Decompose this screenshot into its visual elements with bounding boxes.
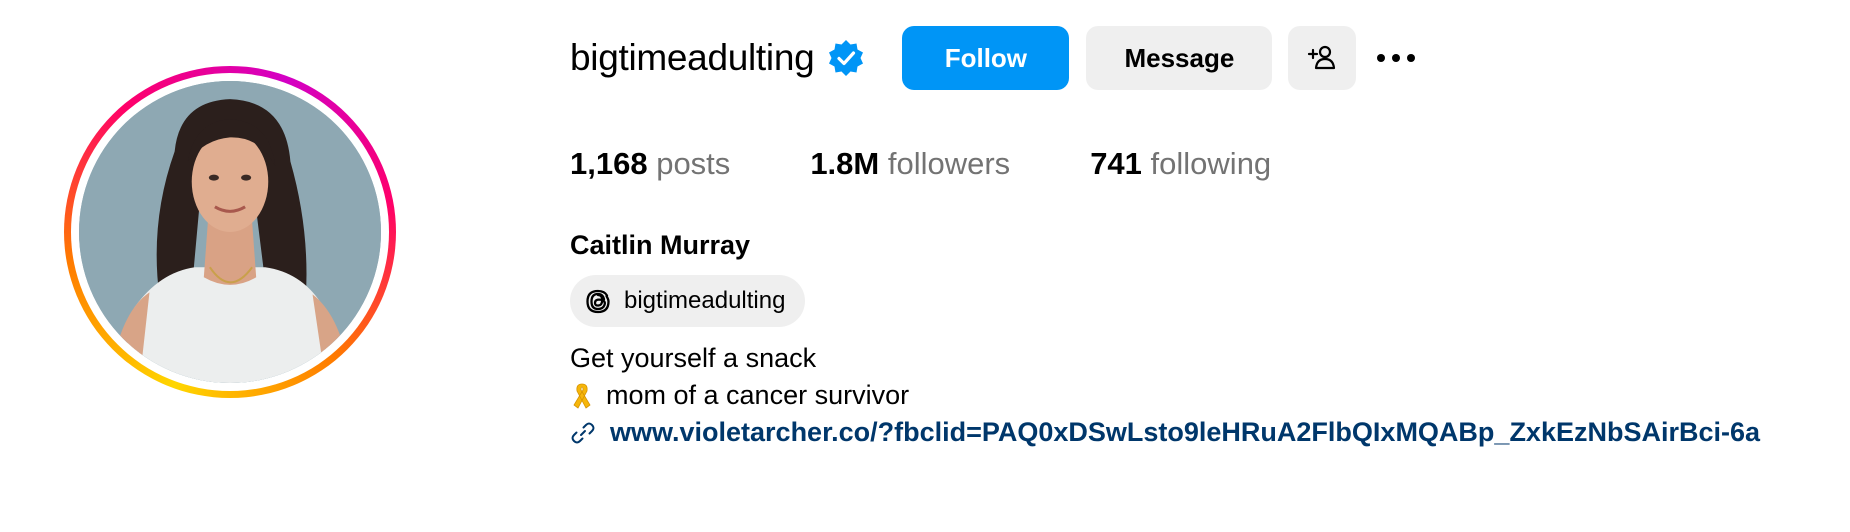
message-button[interactable]: Message xyxy=(1086,26,1273,90)
followers-count: 1.8M xyxy=(810,146,880,181)
following-stat[interactable]: 741 following xyxy=(1090,146,1271,182)
gold-ribbon-icon xyxy=(573,383,591,409)
verified-badge-icon xyxy=(826,38,866,78)
posts-label: posts xyxy=(656,146,731,181)
story-ring[interactable] xyxy=(64,66,396,398)
threads-icon xyxy=(586,289,610,314)
avatar-photo xyxy=(79,81,381,383)
posts-count: 1,168 xyxy=(570,146,648,181)
avatar[interactable] xyxy=(79,81,381,383)
more-options-button[interactable] xyxy=(1366,26,1426,90)
profile-header: bigtimeadulting Follow Message 1,168 pos… xyxy=(0,0,1850,532)
bio-text: mom of a cancer survivor xyxy=(606,380,910,410)
add-person-icon xyxy=(1308,45,1336,70)
profile-actions-row: bigtimeadulting Follow Message xyxy=(570,26,1426,90)
ellipsis-icon xyxy=(1377,54,1416,62)
posts-stat: 1,168 posts xyxy=(570,146,730,182)
follow-button[interactable]: Follow xyxy=(902,26,1070,90)
external-link[interactable]: www.violetarcher.co/?fbclid=PAQ0xDSwLsto… xyxy=(570,414,1760,451)
bio-line: mom of a cancer survivor xyxy=(570,377,1760,414)
threads-link-chip[interactable]: bigtimeadulting xyxy=(570,275,806,327)
add-person-button[interactable] xyxy=(1288,26,1357,90)
link-icon xyxy=(571,422,595,443)
followers-stat[interactable]: 1.8M followers xyxy=(810,146,1010,182)
avatar-gap xyxy=(71,73,389,391)
bio-line: Get yourself a snack xyxy=(570,343,817,373)
username: bigtimeadulting xyxy=(570,37,815,78)
full-name: Caitlin Murray xyxy=(570,230,751,260)
bio: Get yourself a snack mom of a cancer sur… xyxy=(570,340,1760,451)
link-url[interactable]: www.violetarcher.co/?fbclid=PAQ0xDSwLsto… xyxy=(610,414,1760,451)
threads-handle: bigtimeadulting xyxy=(624,287,786,314)
profile-stats: 1,168 posts 1.8M followers 741 following xyxy=(570,146,1351,182)
followers-label: followers xyxy=(887,146,1011,181)
following-label: following xyxy=(1150,146,1272,181)
following-count: 741 xyxy=(1090,146,1142,181)
